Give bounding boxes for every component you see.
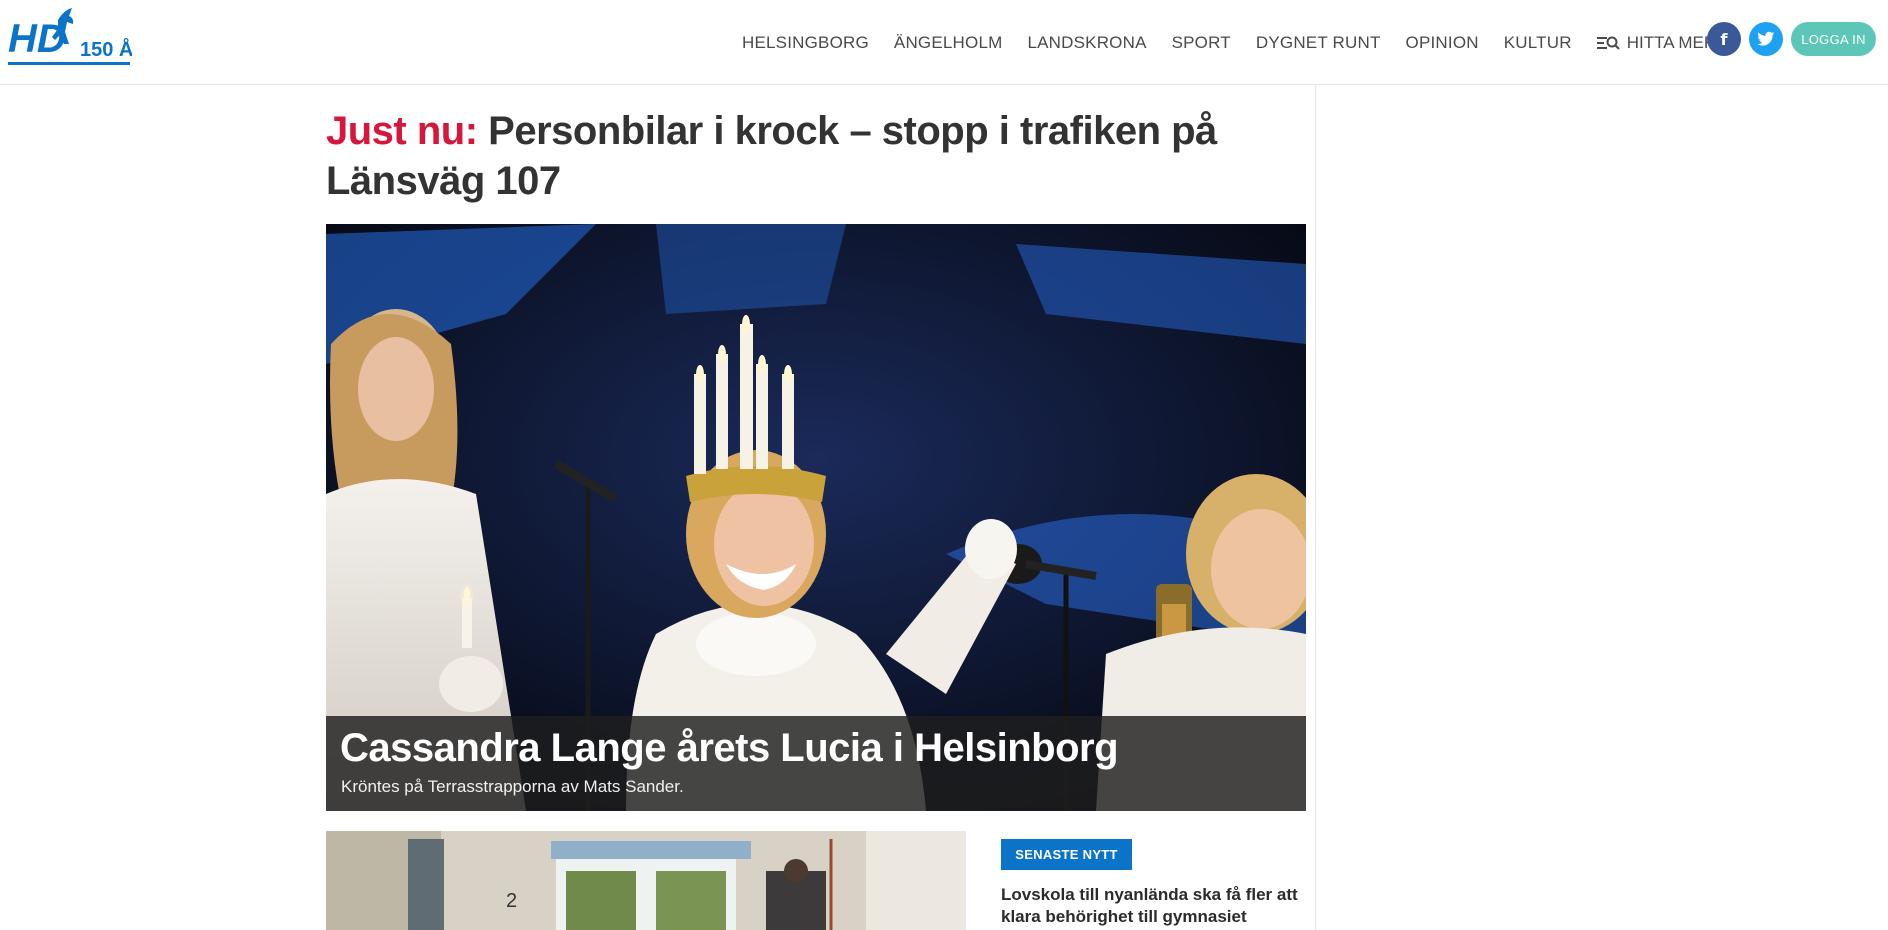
classroom-image: 2 bbox=[326, 831, 966, 930]
nav-item-sport[interactable]: SPORT bbox=[1172, 33, 1231, 53]
column-divider bbox=[1315, 86, 1316, 930]
hitta-mer-button[interactable]: HITTA MER bbox=[1596, 32, 1717, 53]
twitter-icon[interactable] bbox=[1749, 22, 1783, 56]
breaking-label: Just nu: bbox=[326, 109, 478, 153]
door-number: 2 bbox=[506, 890, 517, 912]
logo-subtext: 150 ÅR bbox=[80, 37, 132, 61]
hero-caption: Cassandra Lange årets Lucia i Helsinborg… bbox=[326, 716, 1306, 811]
hero-title[interactable]: Cassandra Lange årets Lucia i Helsinborg bbox=[340, 726, 1119, 771]
nav-item-angelholm[interactable]: ÄNGELHOLM bbox=[894, 33, 1003, 53]
hd-logo[interactable]: HD 150 ÅR bbox=[8, 4, 148, 70]
hero-article[interactable]: Cassandra Lange årets Lucia i Helsinborg… bbox=[326, 224, 1306, 811]
hitta-mer-label: HITTA MER bbox=[1626, 32, 1717, 52]
facebook-icon[interactable]: f bbox=[1707, 22, 1741, 56]
nav-item-dygnet-runt[interactable]: DYGNET RUNT bbox=[1256, 33, 1381, 53]
nav-item-kultur[interactable]: KULTUR bbox=[1504, 33, 1572, 53]
logo-text: HD bbox=[8, 17, 66, 61]
nav-item-opinion[interactable]: OPINION bbox=[1406, 33, 1479, 53]
main-nav: HELSINGBORG ÄNGELHOLM LANDSKRONA SPORT D… bbox=[742, 0, 1716, 85]
nav-item-landskrona[interactable]: LANDSKRONA bbox=[1027, 33, 1146, 53]
secondary-article-image[interactable]: 2 bbox=[326, 831, 966, 930]
login-button[interactable]: LOGGA IN bbox=[1791, 22, 1876, 56]
breaking-headline[interactable]: Just nu: Personbilar i krock – stopp i t… bbox=[326, 106, 1286, 206]
site-header: HD 150 ÅR HELSINGBORG ÄNGELHOLM LANDSKRO… bbox=[0, 0, 1888, 85]
nav-item-helsingborg[interactable]: HELSINGBORG bbox=[742, 33, 869, 53]
hero-subtitle: Kröntes på Terrasstrapporna av Mats Sand… bbox=[341, 777, 684, 796]
latest-news-item[interactable]: Lovskola till nyanlända ska få fler att … bbox=[1001, 884, 1301, 928]
menu-search-icon bbox=[1596, 36, 1620, 50]
latest-news-badge[interactable]: SENASTE NYTT bbox=[1001, 839, 1132, 870]
